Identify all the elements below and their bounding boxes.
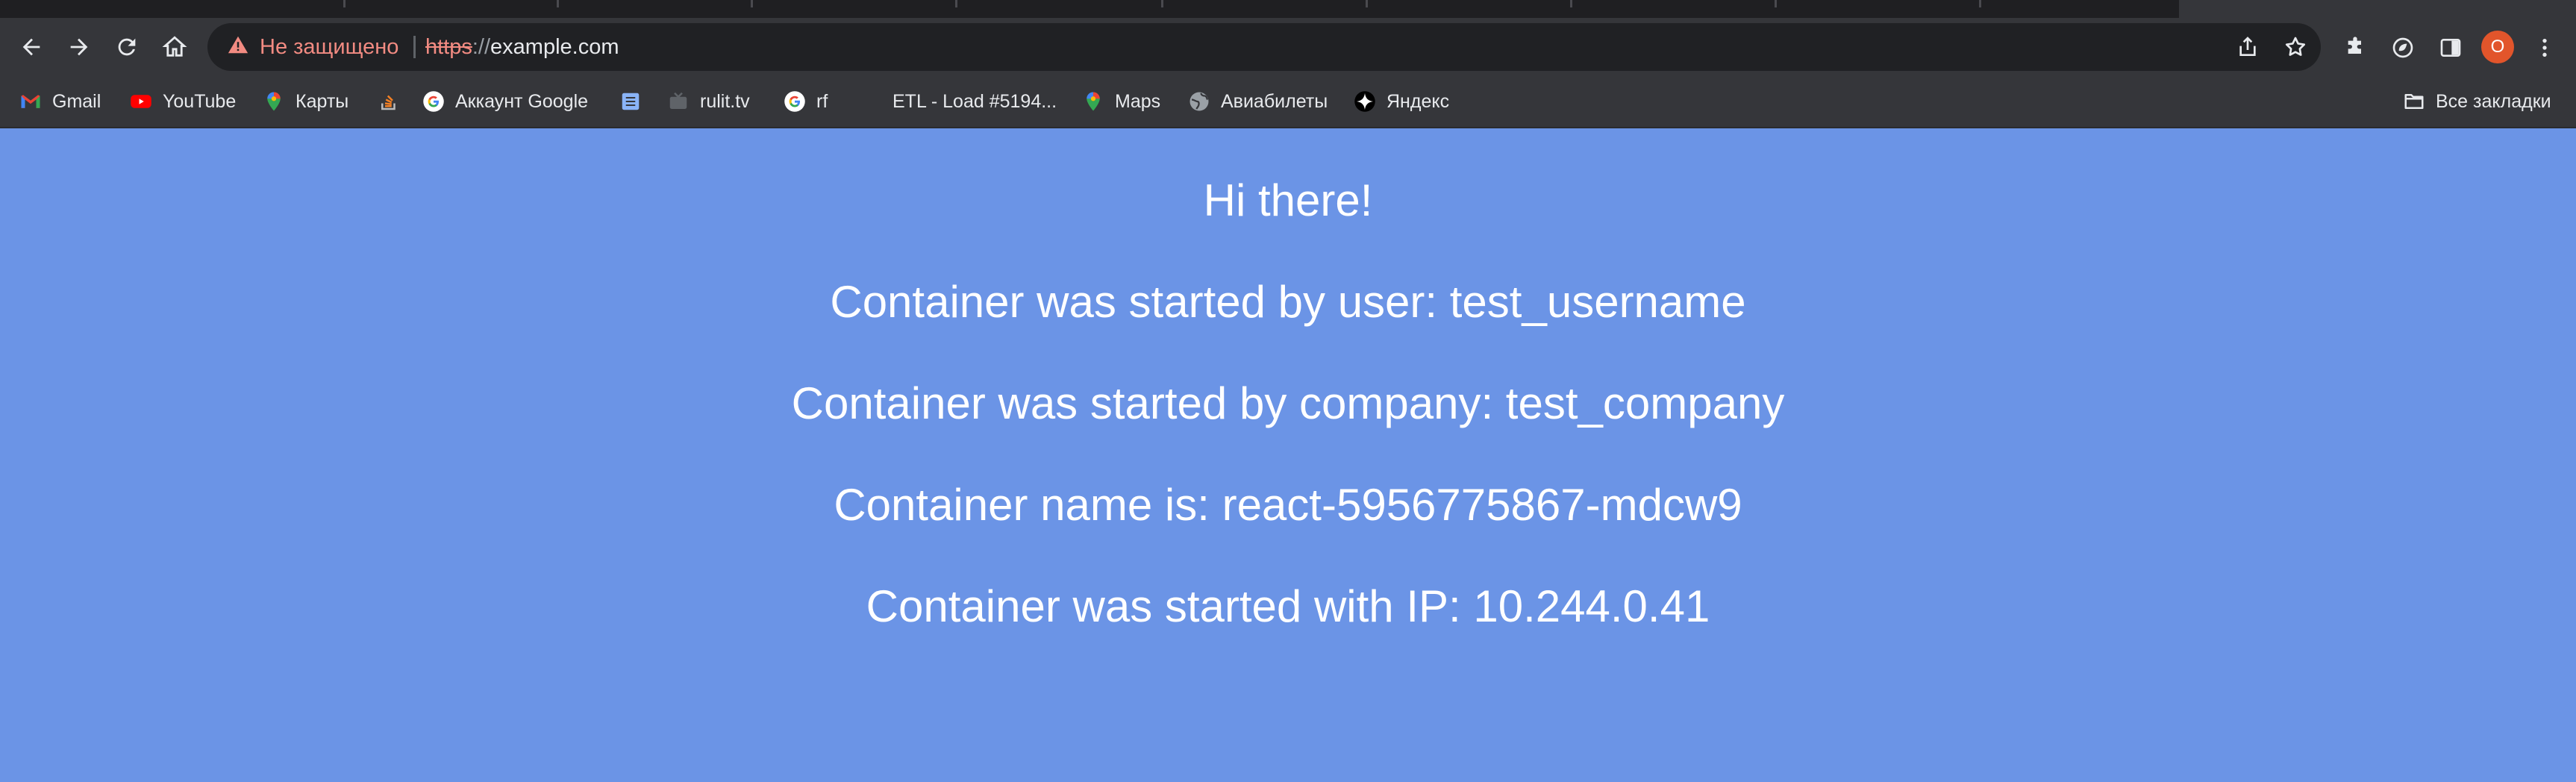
google-icon	[422, 90, 445, 113]
tab-separator	[955, 0, 957, 7]
tab-separator	[751, 0, 753, 7]
arrow-left-icon	[22, 38, 40, 56]
bookmark-youtube[interactable]: YouTube	[130, 87, 236, 116]
bookmark-label: Яндекс	[1387, 90, 1450, 112]
page-content: Hi there! Container was started by user:…	[0, 128, 2576, 782]
url-separator: ://	[472, 35, 491, 59]
bookmark-aviabilety[interactable]: Авиабилеты	[1188, 87, 1328, 116]
bookmark-karty[interactable]: Карты	[263, 87, 348, 116]
gmail-icon	[19, 90, 42, 113]
bookmark-label: Карты	[296, 90, 349, 112]
bookmark-label: Все закладки	[2436, 90, 2551, 112]
home-button[interactable]	[158, 31, 191, 63]
profile-avatar[interactable]: O	[2481, 31, 2514, 63]
bookmark-label: rulit.tv	[700, 90, 750, 112]
security-status-label[interactable]: Не защищено	[260, 23, 398, 71]
bookmarks-bar: Gmail YouTube Карты Аккаунт Google rulit…	[0, 76, 2576, 128]
reload-icon	[118, 38, 136, 56]
arrow-right-icon	[70, 38, 88, 56]
bookmark-rf[interactable]: rf	[784, 87, 828, 116]
forward-button[interactable]	[63, 31, 96, 63]
tab-separator	[557, 0, 559, 7]
globe-icon	[1188, 90, 1210, 113]
folder-icon	[2403, 90, 2425, 113]
browser-toolbar: Не защищено https://example.com O	[0, 18, 2576, 76]
tab-strip	[0, 0, 2576, 18]
tab-separator	[1161, 0, 1163, 7]
bookmark-label: Gmail	[52, 90, 101, 112]
bookmark-document[interactable]	[619, 87, 652, 116]
tab-separator	[1775, 0, 1777, 7]
youtube-icon	[130, 90, 152, 113]
home-icon	[162, 36, 187, 57]
reload-button[interactable]	[110, 31, 143, 63]
stackoverflow-icon	[378, 90, 400, 113]
bookmark-etl[interactable]: ETL - Load #5194...	[892, 87, 1057, 116]
tab-separator	[343, 0, 346, 7]
bookmark-stackoverflow[interactable]	[378, 87, 410, 116]
bookmark-gmail[interactable]: Gmail	[19, 87, 101, 116]
url-host: example.com	[490, 35, 619, 59]
back-button[interactable]	[15, 31, 48, 63]
tab-separator	[1979, 0, 1981, 7]
all-bookmarks-button[interactable]: Все закладки	[2403, 87, 2551, 116]
maps-pin-icon	[263, 90, 285, 113]
container-name-text: Container name is: react-5956775867-mdcw…	[834, 480, 1742, 530]
google-icon	[784, 90, 806, 113]
bookmark-label: Maps	[1115, 90, 1161, 112]
document-icon	[619, 90, 642, 113]
tv-icon	[667, 90, 690, 113]
side-panel-icon[interactable]	[2437, 34, 2464, 61]
share-icon[interactable]	[2234, 34, 2261, 60]
bookmark-rulit[interactable]: rulit.tv	[667, 87, 750, 116]
bookmark-maps[interactable]: Maps	[1082, 87, 1160, 116]
more-vert-icon[interactable]	[2531, 34, 2558, 61]
yandex-star-icon	[1354, 90, 1376, 113]
active-tab[interactable]	[2179, 0, 2576, 18]
extensions-icon[interactable]	[2342, 34, 2369, 61]
tab-separator	[1570, 0, 1572, 7]
address-bar[interactable]: Не защищено https://example.com	[207, 23, 2321, 71]
url-scheme: https	[425, 35, 472, 59]
bookmark-label: YouTube	[163, 90, 237, 112]
bookmark-label: ETL - Load #5194...	[892, 90, 1057, 112]
bookmark-label: rf	[816, 90, 828, 112]
bookmark-yandex[interactable]: Яндекс	[1354, 87, 1449, 116]
bookmark-label: Авиабилеты	[1221, 90, 1328, 112]
maps-pin-icon	[1082, 90, 1104, 113]
extension-leaf-icon[interactable]	[2389, 34, 2416, 61]
greeting-text: Hi there!	[1203, 175, 1373, 225]
omnibox-divider	[413, 36, 416, 58]
user-info-text: Container was started by user: test_user…	[830, 277, 1746, 327]
warning-icon[interactable]	[227, 34, 249, 56]
bookmark-google-account[interactable]: Аккаунт Google	[422, 87, 588, 116]
company-info-text: Container was started by company: test_c…	[791, 378, 1785, 428]
tab-separator	[1366, 0, 1368, 7]
url-text[interactable]: https://example.com	[425, 23, 619, 71]
bookmark-star-icon[interactable]	[2282, 34, 2309, 60]
bookmark-label: Аккаунт Google	[455, 90, 589, 112]
container-ip-text: Container was started with IP: 10.244.0.…	[866, 581, 1710, 631]
